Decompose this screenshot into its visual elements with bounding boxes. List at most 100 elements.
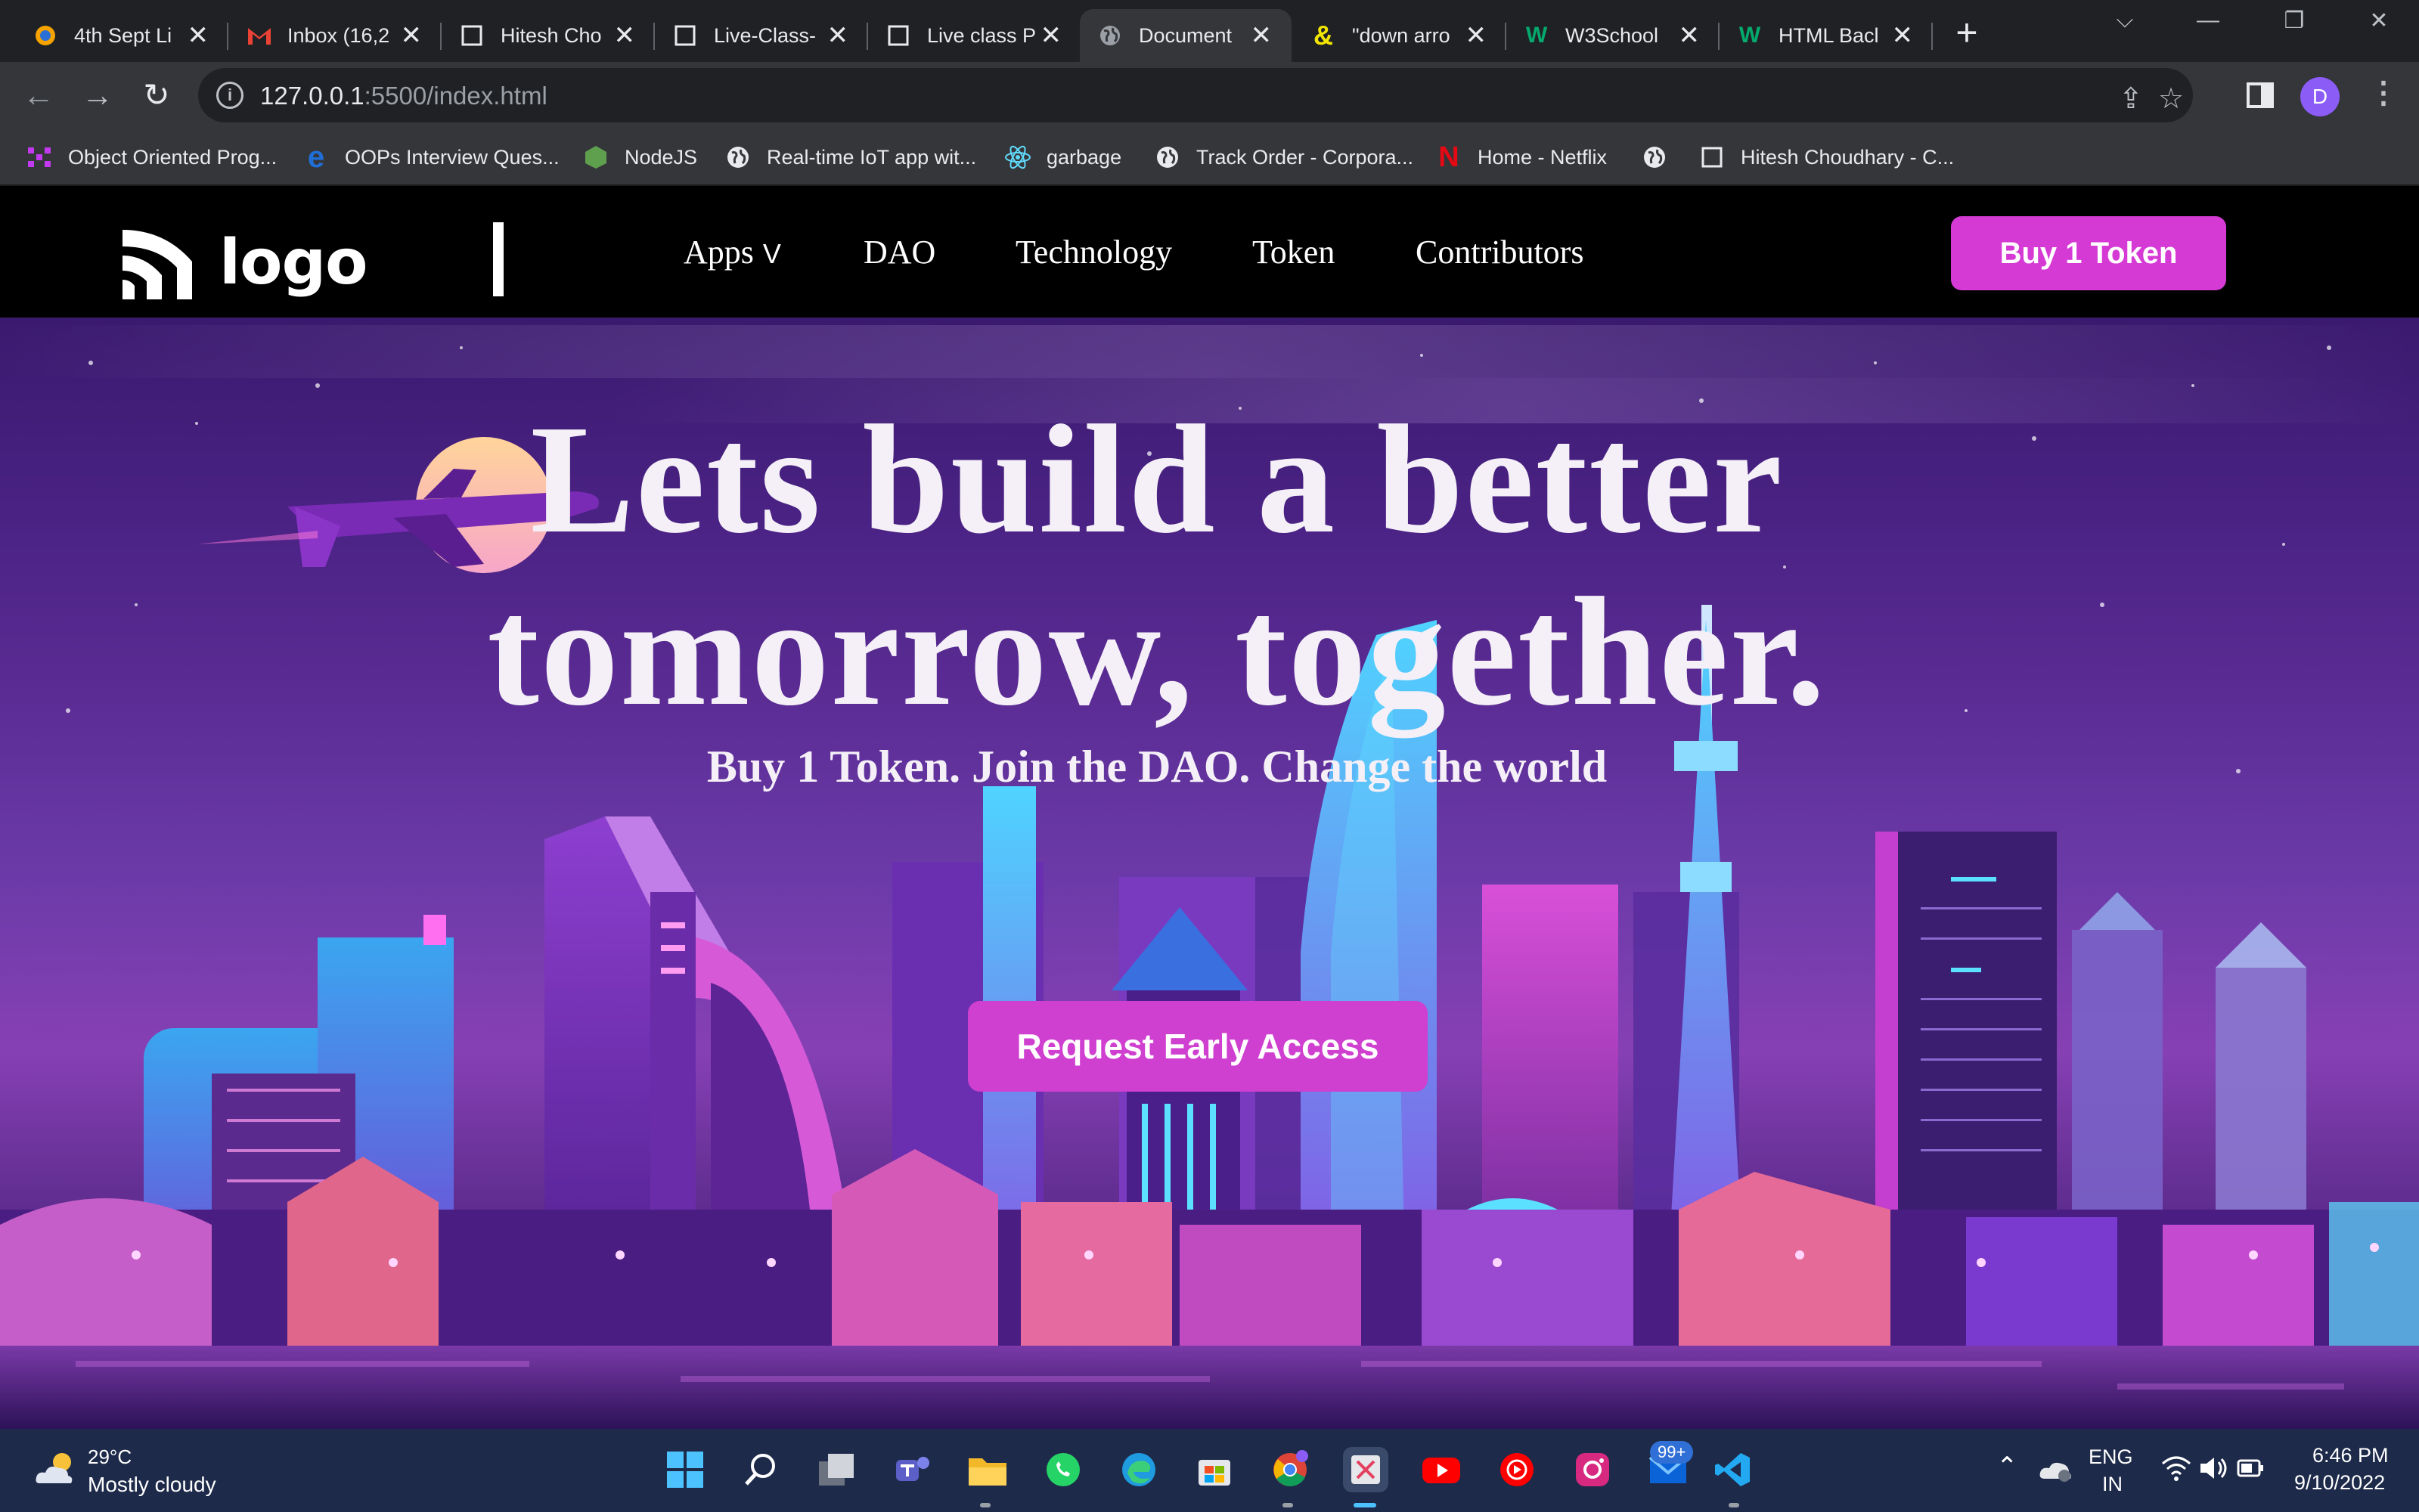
chevron-down-icon: V — [762, 238, 781, 269]
notion-icon — [460, 23, 484, 48]
teams-icon[interactable] — [889, 1447, 935, 1492]
vscode-icon[interactable] — [1710, 1447, 1756, 1492]
hero-title: Lets build a better tomorrow, together. — [0, 393, 2314, 738]
buy-token-button[interactable]: Buy 1 Token — [1951, 216, 2226, 290]
close-icon[interactable]: ✕ — [1251, 22, 1273, 49]
netflix-icon: N — [1438, 141, 1459, 173]
close-icon[interactable]: ✕ — [401, 22, 423, 49]
restore-button[interactable]: ❐ — [2272, 8, 2317, 34]
wifi-icon[interactable] — [2161, 1455, 2191, 1482]
tab-search-chevron-icon[interactable]: ⌵ — [2102, 8, 2148, 33]
running-indicator — [980, 1503, 991, 1507]
whatsapp-icon[interactable] — [1040, 1447, 1086, 1492]
language-indicator[interactable]: ENG — [2089, 1445, 2133, 1469]
weather-description[interactable]: Mostly cloudy — [88, 1473, 216, 1497]
close-window-button[interactable]: ✕ — [2356, 8, 2402, 34]
chrome-icon[interactable] — [1267, 1447, 1313, 1492]
share-icon[interactable]: ⇪ — [2119, 82, 2143, 116]
bookmark-item[interactable]: NodeJS — [582, 144, 697, 171]
close-icon[interactable]: ✕ — [1040, 22, 1062, 49]
minimize-button[interactable]: — — [2185, 8, 2231, 33]
notion-icon — [673, 23, 697, 48]
battery-icon[interactable] — [2237, 1458, 2265, 1479]
bookmarks-bar: Object Oriented Prog... e OOPs Interview … — [0, 129, 2419, 186]
browser-tab[interactable]: Inbox (16,2 ✕ — [228, 9, 442, 62]
language-region[interactable]: IN — [2102, 1473, 2123, 1496]
tab-title: HTML Bacl — [1779, 23, 1879, 47]
weather-cloudy-icon[interactable] — [33, 1450, 79, 1488]
bookmark-item[interactable]: Object Oriented Prog... — [26, 144, 277, 171]
browser-tab[interactable]: W W3School ✕ — [1506, 9, 1720, 62]
browser-tab-active[interactable]: Document ✕ — [1080, 9, 1292, 62]
menu-kebab-icon[interactable]: ⋮ — [2368, 76, 2399, 110]
bookmark-item[interactable]: N Home - Netflix — [1435, 141, 1607, 173]
clock-time[interactable]: 6:46 PM — [2312, 1444, 2389, 1467]
snipping-tool-icon[interactable] — [1343, 1447, 1388, 1492]
file-explorer-icon[interactable] — [965, 1447, 1010, 1492]
windows-taskbar: 29°C Mostly cloudy 99+ ⌃ ENG IN 6:46 PM … — [0, 1429, 2419, 1512]
tab-title: Live class P — [927, 23, 1037, 47]
chevron-up-icon[interactable]: ⌃ — [1996, 1452, 2018, 1482]
close-icon[interactable]: ✕ — [1465, 22, 1487, 49]
browser-tab[interactable]: Live-Class- ✕ — [655, 9, 868, 62]
bookmark-item[interactable]: Track Order - Corpora... — [1154, 144, 1413, 171]
new-tab-button[interactable]: + — [1948, 11, 1986, 54]
request-early-access-button[interactable]: Request Early Access — [968, 1001, 1428, 1092]
browser-tab[interactable]: Live class P ✕ — [868, 9, 1081, 62]
browser-tab[interactable]: W HTML Bacl ✕ — [1720, 9, 1933, 62]
nodejs-icon — [582, 144, 609, 171]
side-panel-icon[interactable] — [2246, 81, 2275, 110]
reload-button[interactable]: ↻ — [138, 77, 175, 113]
volume-icon[interactable] — [2199, 1455, 2229, 1482]
bookmark-item[interactable]: Hitesh Choudhary - C... — [1698, 144, 1954, 171]
nav-link-token[interactable]: Token — [1252, 233, 1335, 271]
back-button[interactable]: ← — [20, 77, 57, 113]
store-icon[interactable] — [1192, 1447, 1237, 1492]
bookmark-item[interactable]: Real-time IoT app wit... — [724, 144, 976, 171]
edge-icon[interactable] — [1116, 1447, 1161, 1492]
w3schools-icon: W — [1738, 23, 1761, 48]
ampersand-icon: & — [1313, 20, 1333, 51]
notification-badge: 99+ — [1650, 1441, 1694, 1464]
task-view-icon[interactable] — [814, 1447, 859, 1492]
browser-tab[interactable]: & "down arro ✕ — [1293, 9, 1506, 62]
bookmark-item[interactable]: garbage — [1004, 144, 1121, 171]
onedrive-cloud-icon[interactable] — [2039, 1456, 2072, 1483]
tab-title: Hitesh Cho — [501, 23, 602, 47]
close-icon[interactable]: ✕ — [827, 22, 849, 49]
bookmark-item[interactable] — [1641, 144, 1683, 171]
nav-link-technology[interactable]: Technology — [1016, 233, 1172, 271]
youtube-icon[interactable] — [1419, 1447, 1464, 1492]
search-icon[interactable] — [738, 1447, 783, 1492]
hero-section: Lets build a better tomorrow, together. B… — [0, 318, 2419, 1429]
close-icon[interactable]: ✕ — [1892, 22, 1914, 49]
browser-tab[interactable]: Hitesh Cho ✕ — [442, 9, 655, 62]
clock-date[interactable]: 9/10/2022 — [2294, 1471, 2385, 1495]
close-icon[interactable]: ✕ — [614, 22, 636, 49]
tab-title: W3School — [1565, 23, 1659, 47]
instagram-icon[interactable] — [1570, 1447, 1615, 1492]
close-icon[interactable]: ✕ — [188, 22, 209, 49]
nav-link-contributors[interactable]: Contributors — [1416, 233, 1583, 271]
tab-title: Inbox (16,2 — [287, 23, 390, 47]
browser-tab[interactable]: 4th Sept Li ✕ — [15, 9, 228, 62]
close-icon[interactable]: ✕ — [1679, 22, 1701, 49]
globe-icon — [1641, 144, 1668, 171]
bookmark-item[interactable]: e OOPs Interview Ques... — [302, 141, 560, 174]
address-bar[interactable]: i 127.0.0.1:5500/index.html ⇪ ☆ — [198, 68, 2193, 122]
url-host: 127.0.0.1 — [260, 82, 364, 110]
weather-temperature[interactable]: 29°C — [88, 1445, 132, 1469]
nav-link-dao[interactable]: DAO — [864, 233, 935, 271]
gmail-icon — [247, 23, 271, 48]
grid-icon — [26, 144, 53, 171]
bookmark-label: garbage — [1047, 145, 1122, 169]
star-bookmark-icon[interactable]: ☆ — [2158, 82, 2184, 116]
windows-start-icon[interactable] — [662, 1447, 708, 1492]
profile-avatar[interactable]: D — [2300, 77, 2340, 116]
youtube-music-icon[interactable] — [1494, 1447, 1540, 1492]
nav-link-apps[interactable]: Apps V — [684, 233, 781, 271]
logo-wifi-icon[interactable] — [119, 224, 198, 302]
site-info-icon[interactable]: i — [216, 82, 243, 109]
forward-button[interactable]: → — [79, 77, 116, 113]
logo-text[interactable]: logo — [219, 227, 368, 299]
